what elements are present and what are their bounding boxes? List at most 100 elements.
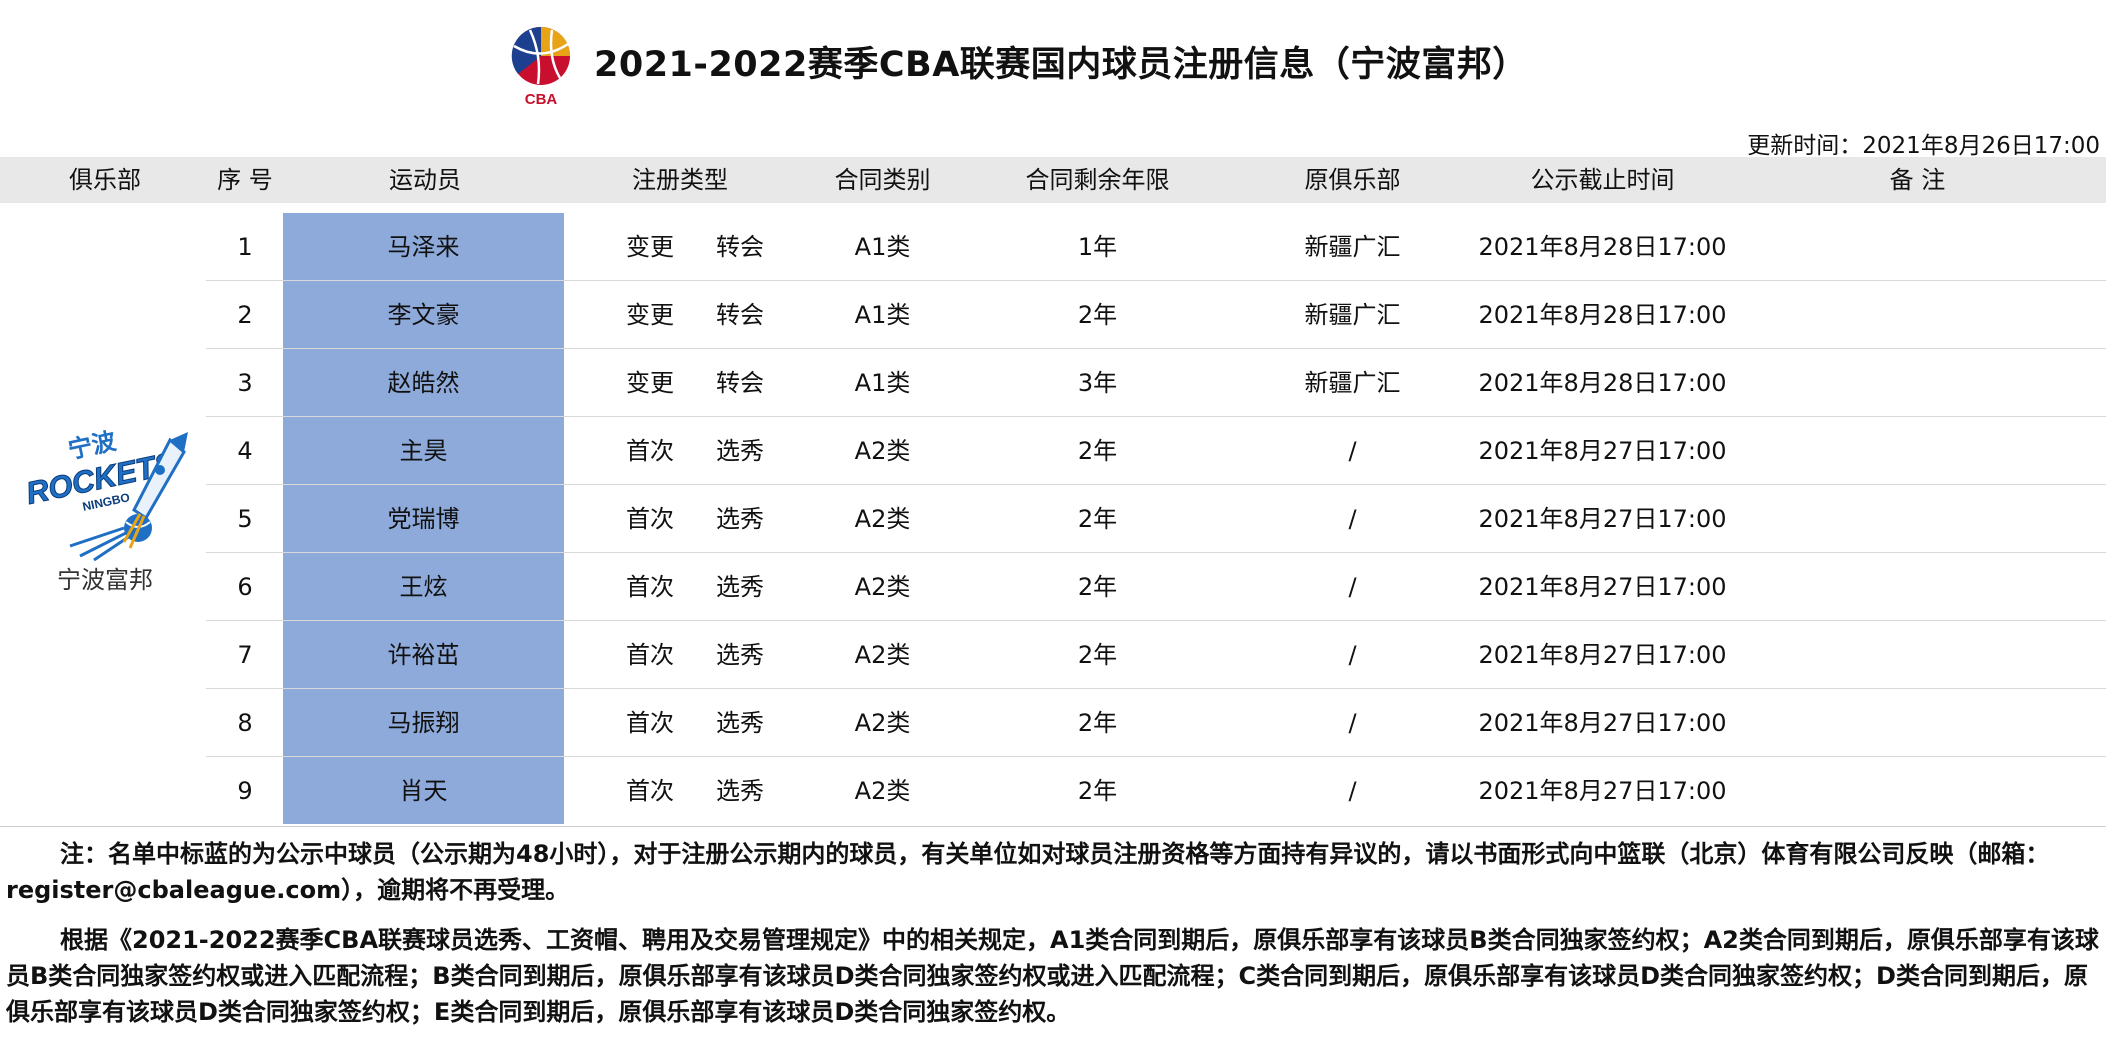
reg-type-2: 转会 — [716, 369, 764, 397]
reg-type-2: 选秀 — [716, 777, 764, 805]
reg-type-2: 选秀 — [716, 573, 764, 601]
row-number: 1 — [237, 233, 253, 261]
reg-type-1: 变更 — [626, 301, 674, 329]
player-name: 马泽来 — [283, 213, 564, 281]
reg-type-2: 选秀 — [716, 709, 764, 737]
note-paragraph-2: 根据《2021-2022赛季CBA联赛球员选秀、工资帽、聘用及交易管理规定》中的… — [6, 926, 2099, 1026]
table-row: 3 赵皓然 变更 转会 A1类 3年 新疆广汇 2021年8月28日17:00 — [0, 349, 2106, 417]
deadline: 2021年8月27日17:00 — [1478, 709, 1727, 737]
col-player: 运动员 — [389, 166, 461, 194]
contract-type: A2类 — [854, 573, 911, 601]
contract-type: A1类 — [854, 369, 911, 397]
page-title: 2021-2022赛季CBA联赛国内球员注册信息（宁波富邦） — [594, 45, 1528, 85]
reg-type-1: 首次 — [626, 709, 674, 737]
orig-club: / — [1348, 437, 1357, 465]
note — [1865, 349, 1970, 417]
contract-type: A2类 — [854, 505, 911, 533]
player-name: 王炫 — [283, 553, 564, 621]
table-row: 5 党瑞博 首次 选秀 A2类 2年 / 2021年8月27日17:00 — [0, 485, 2106, 553]
player-name: 肖天 — [283, 757, 564, 825]
row-number: 2 — [237, 301, 253, 329]
svg-text:CBA: CBA — [525, 91, 558, 108]
orig-club: / — [1348, 709, 1357, 737]
reg-type-2: 转会 — [716, 301, 764, 329]
years-left: 2年 — [1077, 709, 1118, 737]
reg-type-2: 选秀 — [716, 437, 764, 465]
row-number: 3 — [237, 369, 253, 397]
reg-type-1: 首次 — [626, 777, 674, 805]
deadline: 2021年8月28日17:00 — [1478, 369, 1727, 397]
years-left: 2年 — [1077, 573, 1118, 601]
col-deadline: 公示截止时间 — [1530, 166, 1675, 194]
note — [1865, 417, 1970, 485]
orig-club: / — [1348, 573, 1357, 601]
note — [1865, 621, 1970, 689]
table-row: 8 马振翔 首次 选秀 A2类 2年 / 2021年8月27日17:00 — [0, 689, 2106, 757]
col-club: 俱乐部 — [69, 166, 141, 194]
reg-type-1: 首次 — [626, 505, 674, 533]
table-row: 1 马泽来 变更 转会 A1类 1年 新疆广汇 2021年8月28日17:00 — [0, 213, 2106, 281]
row-number: 4 — [237, 437, 253, 465]
orig-club: 新疆广汇 — [1304, 301, 1401, 329]
orig-club: 新疆广汇 — [1304, 369, 1401, 397]
table-row: 7 许裕茁 首次 选秀 A2类 2年 / 2021年8月27日17:00 — [0, 621, 2106, 689]
years-left: 2年 — [1077, 641, 1118, 669]
row-number: 7 — [237, 641, 253, 669]
reg-type-1: 首次 — [626, 437, 674, 465]
page-header: CBA 2021-2022赛季CBA联赛国内球员注册信息（宁波富邦） — [0, 0, 2106, 125]
deadline: 2021年8月28日17:00 — [1478, 301, 1727, 329]
reg-type-1: 首次 — [626, 573, 674, 601]
player-name: 党瑞博 — [283, 485, 564, 553]
col-note: 备 注 — [1889, 166, 1946, 194]
years-left: 2年 — [1077, 505, 1118, 533]
col-reg-type: 注册类型 — [632, 166, 728, 194]
row-number: 9 — [237, 777, 253, 805]
reg-type-2: 选秀 — [716, 505, 764, 533]
row-number: 8 — [237, 709, 253, 737]
notes-section: 注：名单中标蓝的为公示中球员（公示期为48小时），对于注册公示期内的球员，有关单… — [6, 836, 2100, 1044]
reg-type-1: 首次 — [626, 641, 674, 669]
note — [1865, 553, 1970, 621]
deadline: 2021年8月27日17:00 — [1478, 573, 1727, 601]
orig-club: / — [1348, 505, 1357, 533]
years-left: 2年 — [1077, 301, 1118, 329]
cba-logo-icon: CBA — [511, 26, 570, 108]
orig-club: / — [1348, 641, 1357, 669]
contract-type: A2类 — [854, 709, 911, 737]
note — [1865, 485, 1970, 553]
reg-type-1: 变更 — [626, 233, 674, 261]
table-header: 俱乐部 序 号 运动员 注册类型 合同类别 合同剩余年限 原俱乐部 公示截止时间… — [0, 157, 2106, 203]
contract-type: A2类 — [854, 641, 911, 669]
col-orig-club: 原俱乐部 — [1304, 166, 1401, 194]
player-name: 马振翔 — [283, 689, 564, 757]
contract-type: A1类 — [854, 233, 911, 261]
player-name: 主昊 — [283, 417, 564, 485]
note — [1865, 757, 1970, 825]
update-time: 更新时间：2021年8月26日17:00 — [1747, 133, 2100, 159]
col-years-left: 合同剩余年限 — [1025, 166, 1170, 194]
player-name: 许裕茁 — [283, 621, 564, 689]
note-paragraph-1: 注：名单中标蓝的为公示中球员（公示期为48小时），对于注册公示期内的球员，有关单… — [6, 840, 2050, 904]
row-number: 6 — [237, 573, 253, 601]
table-row: 6 王炫 首次 选秀 A2类 2年 / 2021年8月27日17:00 — [0, 553, 2106, 621]
col-contract-type: 合同类别 — [834, 166, 931, 194]
contract-type: A2类 — [854, 777, 911, 805]
deadline: 2021年8月27日17:00 — [1478, 505, 1727, 533]
table-row: 2 李文豪 变更 转会 A1类 2年 新疆广汇 2021年8月28日17:00 — [0, 281, 2106, 349]
note — [1865, 281, 1970, 349]
player-name: 李文豪 — [283, 281, 564, 349]
years-left: 1年 — [1077, 233, 1118, 261]
years-left: 3年 — [1077, 369, 1118, 397]
contract-type: A1类 — [854, 301, 911, 329]
deadline: 2021年8月27日17:00 — [1478, 641, 1727, 669]
table-row: 9 肖天 首次 选秀 A2类 2年 / 2021年8月27日17:00 — [0, 757, 2106, 825]
orig-club: / — [1348, 777, 1357, 805]
table-row: 4 主昊 首次 选秀 A2类 2年 / 2021年8月27日17:00 — [0, 417, 2106, 485]
row-number: 5 — [237, 505, 253, 533]
years-left: 2年 — [1077, 777, 1118, 805]
deadline: 2021年8月28日17:00 — [1478, 233, 1727, 261]
reg-type-1: 变更 — [626, 369, 674, 397]
col-number: 序 号 — [217, 166, 273, 194]
reg-type-2: 转会 — [716, 233, 764, 261]
note — [1865, 213, 1970, 281]
